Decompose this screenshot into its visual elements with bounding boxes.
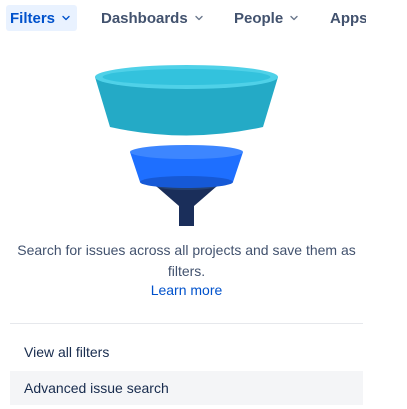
nav-filters-label: Filters xyxy=(10,9,56,27)
menu-divider xyxy=(10,323,363,324)
advanced-issue-search-item[interactable]: Advanced issue search xyxy=(10,371,363,405)
nav-dashboards-label: Dashboards xyxy=(101,9,188,27)
chevron-down-icon xyxy=(62,15,70,21)
chevron-down-icon xyxy=(290,15,298,21)
learn-more-link[interactable]: Learn more xyxy=(10,280,363,300)
nav-people-label: People xyxy=(234,9,284,27)
filters-dropdown-panel: Search for issues across all projects an… xyxy=(10,40,363,409)
chevron-down-icon xyxy=(195,15,203,21)
nav-apps-label: Apps xyxy=(330,9,366,27)
nav-filters[interactable]: Filters xyxy=(6,5,78,31)
view-all-filters-item[interactable]: View all filters xyxy=(10,335,363,369)
view-all-filters-label: View all filters xyxy=(24,344,110,360)
empty-state-message: Search for issues across all projects an… xyxy=(17,242,356,279)
nav-people[interactable]: People xyxy=(234,5,299,31)
advanced-issue-search-label: Advanced issue search xyxy=(24,380,169,396)
top-navigation: Filters Dashboards People Apps xyxy=(0,0,407,36)
funnel-illustration xyxy=(95,65,278,226)
nav-dashboards[interactable]: Dashboards xyxy=(101,5,204,31)
nav-apps[interactable]: Apps xyxy=(330,5,366,31)
